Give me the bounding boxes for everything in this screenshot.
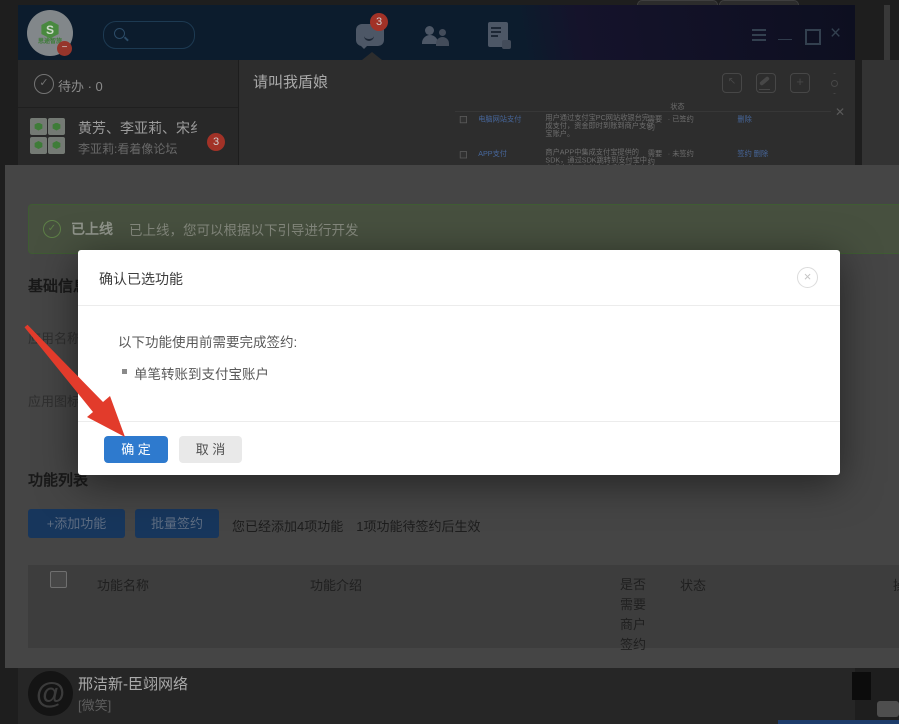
chat-titlebar[interactable]: S 思途智旅 − 3 — × — [18, 5, 855, 60]
chat-item-preview: 李亚莉:看着像论坛 — [78, 140, 177, 157]
chat-item-name[interactable]: 黄芳、李亚莉、宋纟 — [78, 118, 205, 138]
divider — [78, 305, 840, 306]
mini-feature-desc: 用户通过支付宝PC网站收银台完成支付，资金即时到账到商户支付宝账户。 — [545, 114, 653, 138]
col-feature-intro: 功能介绍 — [310, 575, 362, 594]
label-app-icon: 应用图标 — [28, 391, 80, 410]
cancel-button[interactable]: 取 消 — [179, 436, 242, 463]
add-plus-icon[interactable]: + — [790, 73, 810, 93]
mini-action-link[interactable]: 删除 — [737, 115, 751, 123]
phone-call-icon[interactable] — [756, 73, 776, 93]
workbench-tab-icon[interactable] — [488, 22, 508, 47]
col-need-sign: 是否需要商户签约 — [620, 575, 648, 655]
screenshot-root: S 思途智旅 − 3 — × — [0, 0, 899, 724]
col-action: 操作 — [893, 575, 899, 594]
dialog-close-icon[interactable]: × — [797, 267, 818, 288]
dialog-title: 确认已选功能 — [99, 269, 183, 289]
preview-close-icon[interactable]: ✕ — [835, 105, 845, 119]
conversation-title: 请叫我盾娘 — [253, 71, 328, 92]
shared-page-preview[interactable]: 状态 电脑网站支付 用户通过支付宝PC网站收银台完成支付，资金即时到账到商户支付… — [455, 100, 855, 170]
group-avatar[interactable] — [30, 118, 66, 154]
chat-item-preview: [微笑] — [78, 695, 111, 714]
todo-label[interactable]: 待办 · 0 — [58, 76, 103, 95]
chat-unread-badge: 3 — [207, 133, 225, 151]
scrollbar-piece[interactable] — [877, 701, 899, 717]
todo-check-icon: ✓ — [34, 74, 54, 94]
mini-feature-link[interactable]: 电脑网站支付 — [478, 115, 521, 123]
mini-action-link[interactable]: 签约 删除 — [737, 150, 768, 158]
mini-status: · 未签约 — [668, 150, 694, 158]
menu-icon[interactable] — [752, 29, 766, 44]
feature-summary-text: 您已经添加4项功能 1项功能待签约后生效 — [232, 516, 480, 535]
mini-need: 需要 约 — [648, 150, 664, 166]
select-all-checkbox[interactable] — [50, 571, 67, 588]
divider — [78, 421, 840, 422]
scrollbar-thumb[interactable] — [852, 672, 871, 700]
minimize-button[interactable]: — — [778, 31, 792, 45]
col-status: 状态 — [680, 575, 706, 594]
do-not-disturb-badge: − — [57, 41, 72, 56]
search-input[interactable] — [103, 21, 195, 49]
chat-item-name[interactable]: 邢洁新-臣翊网络 — [78, 673, 188, 694]
background-window-edge — [884, 5, 890, 60]
contact-avatar[interactable]: @ — [28, 671, 73, 716]
mini-checkbox[interactable] — [460, 116, 467, 123]
company-logo-icon: S — [40, 21, 60, 39]
bullet-icon — [122, 369, 127, 374]
feature-table-header: 功能名称 功能介绍 是否需要商户签约 状态 操作 — [28, 565, 899, 648]
taskbar-sliver — [778, 720, 899, 724]
messages-unread-badge: 3 — [370, 13, 388, 31]
search-icon — [114, 28, 125, 39]
mini-checkbox[interactable] — [460, 151, 467, 158]
col-feature-name: 功能名称 — [97, 575, 149, 594]
chat-app-window: S 思途智旅 − 3 — × — [18, 5, 855, 169]
batch-sign-button[interactable]: 批量签约 — [135, 509, 219, 538]
mini-status: · 已签约 — [668, 115, 694, 123]
dialog-item-text: 单笔转账到支付宝账户 — [134, 363, 269, 383]
dialog-body-text: 以下功能使用前需要完成签约: — [118, 331, 297, 351]
mini-feature-link[interactable]: APP支付 — [478, 150, 507, 158]
active-tab-notch — [362, 52, 382, 60]
close-button[interactable]: × — [830, 27, 841, 41]
preview-status-header: 状态 — [670, 102, 684, 110]
label-app-name: 应用名称 — [28, 328, 80, 347]
background-window-strip — [862, 60, 899, 165]
banner-text: 已上线，您可以根据以下引导进行开发 — [129, 219, 359, 239]
add-feature-button[interactable]: +添加功能 — [28, 509, 125, 538]
status-banner: ✓ 已上线 已上线，您可以根据以下引导进行开发 — [28, 204, 899, 254]
success-check-icon: ✓ — [43, 220, 61, 238]
divider — [18, 107, 238, 108]
maximize-button[interactable] — [805, 29, 821, 45]
screen-share-icon[interactable]: ↖ — [722, 73, 742, 93]
chat-app-bottom: @ 邢洁新-臣翊网络 [微笑] — [18, 668, 855, 724]
banner-title: 已上线 — [71, 219, 113, 239]
mini-need: 需要 约 — [648, 115, 664, 131]
confirm-button[interactable]: 确 定 — [104, 436, 168, 463]
confirm-dialog: 确认已选功能 × 以下功能使用前需要完成签约: 单笔转账到支付宝账户 确 定 取… — [78, 250, 840, 475]
